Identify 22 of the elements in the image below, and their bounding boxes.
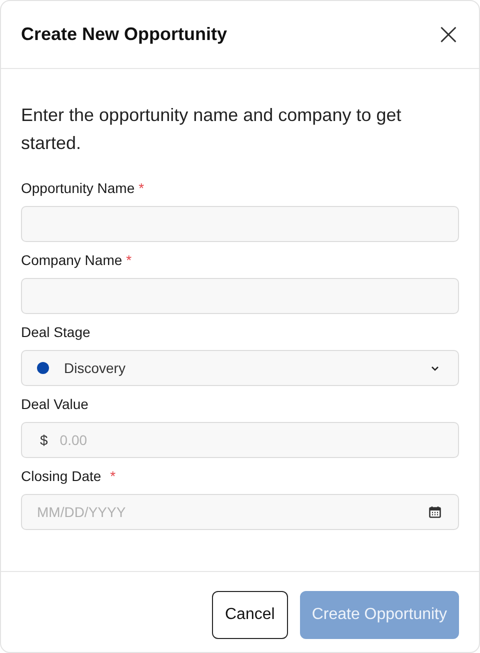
placeholder-text: MM/DD/YYYY (37, 504, 127, 520)
stage-dropdown[interactable]: Discovery (21, 350, 459, 386)
dropdown-value: Discovery (64, 360, 126, 376)
required-mark: * (126, 252, 132, 268)
input-field[interactable] (21, 278, 459, 314)
field-label: Closing Date (21, 468, 102, 484)
placeholder-text: 0.00 (60, 432, 88, 448)
required-mark: * (138, 180, 144, 196)
input-field[interactable]: $ 0.00 (21, 422, 459, 458)
field-label: Deal Stage (21, 324, 90, 340)
chevron-down-icon (431, 366, 439, 370)
currency-symbol: $ (40, 432, 48, 448)
dialog-title: Create New Opportunity (21, 24, 228, 45)
close-button[interactable]: × (432, 20, 465, 50)
field-label: Deal Value (21, 396, 88, 412)
field-label: Opportunity Name (21, 180, 135, 196)
field-label: Company Name (21, 252, 122, 268)
intro-text: Enter the opportunity name and company to get started. (21, 104, 402, 155)
required-mark: * (110, 468, 116, 484)
cancel-button[interactable]: Cancel (212, 591, 288, 639)
calendar-icon[interactable] (429, 506, 441, 518)
input-field[interactable] (21, 206, 459, 242)
